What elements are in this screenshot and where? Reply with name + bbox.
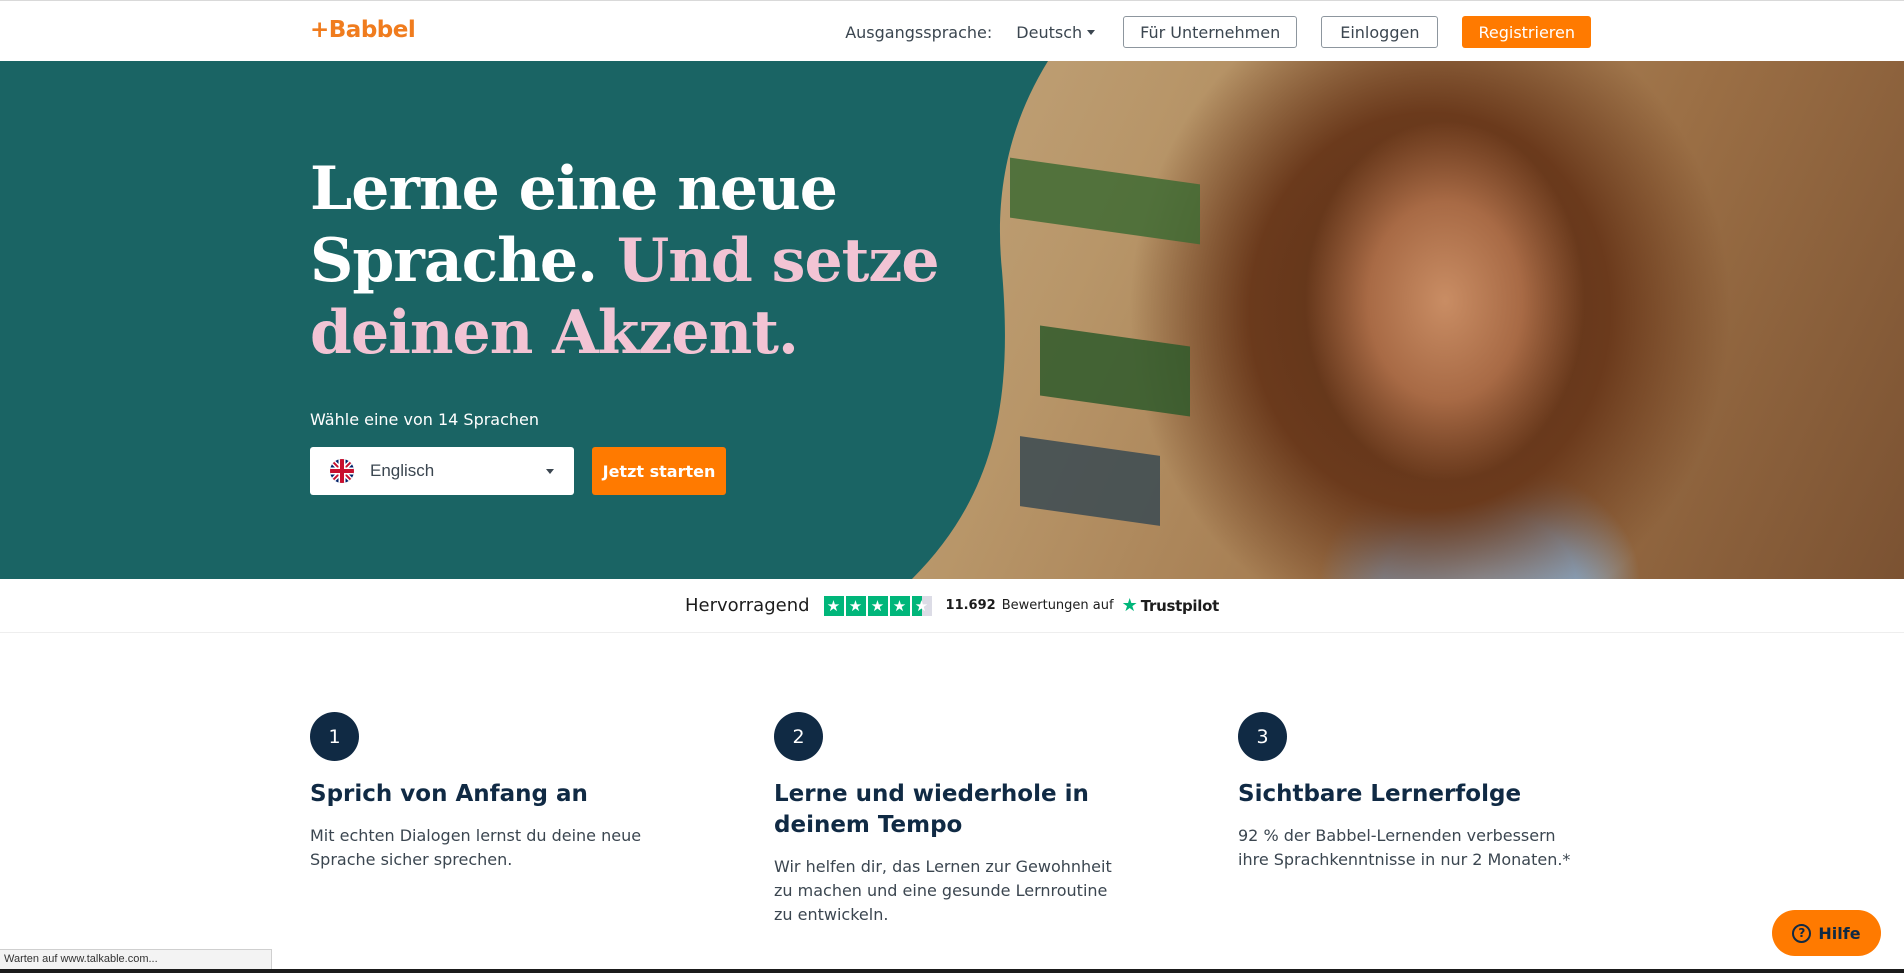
feature-title: Sprich von Anfang an (310, 781, 588, 807)
source-language-dropdown[interactable]: Deutsch (1016, 22, 1096, 42)
help-button-label: Hilfe (1818, 923, 1861, 943)
feature-card: 3 Sichtbare Lernerfolge 92 % der Babbel-… (1238, 712, 1578, 872)
hero-headline: Lerne eine neue Sprache. Und setze deine… (310, 153, 950, 369)
trustpilot-star-icon: ★ (1121, 595, 1138, 616)
language-select-value: Englisch (370, 461, 435, 480)
step-number-badge: 3 (1238, 712, 1287, 761)
star-icon: ★ (845, 595, 866, 616)
start-button[interactable]: Jetzt starten (592, 447, 726, 495)
babbel-logo[interactable]: +Babbel (310, 17, 416, 43)
feature-text: Mit echten Dialogen lernst du deine neue… (310, 826, 642, 869)
feature-title: Lerne und wiederhole in deinem Tempo (774, 781, 1089, 838)
feature-card: 1 Sprich von Anfang an Mit echten Dialog… (310, 712, 650, 872)
feature-card: 2 Lerne und wiederhole in deinem Tempo W… (774, 712, 1114, 927)
step-number-badge: 1 (310, 712, 359, 761)
trust-stars: ★ ★ ★ ★ ★ (823, 595, 934, 616)
question-mark-icon: ? (1792, 923, 1812, 943)
header-nav: Ausgangssprache: Deutsch Für Unternehmen… (845, 16, 1591, 48)
hero-teal-shape (0, 61, 1048, 579)
star-icon: ★ (823, 595, 844, 616)
browser-status-bar: Warten auf www.talkable.com... (0, 949, 272, 969)
source-language-label: Ausgangssprache: (845, 22, 993, 42)
source-language-value: Deutsch (1016, 22, 1083, 42)
business-button[interactable]: Für Unternehmen (1123, 16, 1298, 48)
review-text: Bewertungen auf (1001, 598, 1114, 613)
feature-text: 92 % der Babbel-Lernenden verbessern ihr… (1238, 826, 1571, 869)
hero-subtitle: Wähle eine von 14 Sprachen (310, 410, 540, 429)
feature-title: Sichtbare Lernerfolge (1238, 781, 1522, 807)
caret-down-icon (546, 468, 554, 474)
uk-flag-icon (330, 459, 354, 483)
site-header: +Babbel Ausgangssprache: Deutsch Für Unt… (0, 0, 1904, 61)
trust-rating-label: Hervorragend (685, 595, 810, 616)
caret-down-icon (1087, 29, 1096, 35)
hero-section: Lerne eine neue Sprache. Und setze deine… (0, 61, 1904, 579)
window-bottom-border (0, 969, 1904, 973)
feature-text: Wir helfen dir, das Lernen zur Gewohnhei… (774, 857, 1112, 924)
trustpilot-bar[interactable]: Hervorragend ★ ★ ★ ★ ★ 11.692 Bewertunge… (0, 579, 1904, 633)
star-icon: ★ (867, 595, 888, 616)
star-icon: ★ (889, 595, 910, 616)
register-button[interactable]: Registrieren (1462, 16, 1591, 48)
headline-period: . (777, 298, 799, 368)
half-star-icon: ★ (911, 595, 932, 616)
trustpilot-brand: Trustpilot (1140, 596, 1220, 615)
login-button[interactable]: Einloggen (1321, 16, 1439, 48)
step-number-badge: 2 (774, 712, 823, 761)
review-count: 11.692 (945, 598, 996, 613)
language-select[interactable]: Englisch (310, 447, 574, 495)
help-button[interactable]: ? Hilfe (1772, 910, 1881, 956)
